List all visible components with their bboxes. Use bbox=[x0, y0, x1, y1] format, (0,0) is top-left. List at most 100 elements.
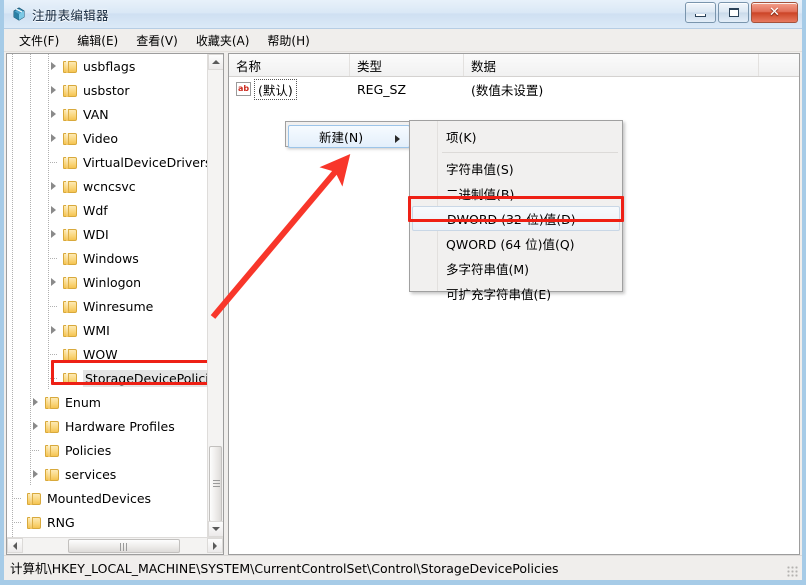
menu-item-new[interactable]: 新建(N) bbox=[288, 125, 410, 148]
chevron-up-icon bbox=[212, 60, 220, 64]
expand-arrow-button[interactable] bbox=[47, 126, 63, 150]
tree-guide-line bbox=[12, 102, 13, 126]
tree-item-usbstor[interactable]: usbstor bbox=[7, 78, 207, 102]
folder-icon bbox=[63, 156, 78, 169]
chevron-right-icon bbox=[51, 62, 56, 70]
tree-item-wdf[interactable]: Wdf bbox=[7, 198, 207, 222]
tree-guide-line bbox=[12, 342, 13, 366]
expand-arrow-button[interactable] bbox=[47, 174, 63, 198]
resize-grip-icon[interactable] bbox=[787, 566, 799, 578]
tree-item-winresume[interactable]: Winresume bbox=[7, 294, 207, 318]
tree-item-enum[interactable]: Enum bbox=[7, 390, 207, 414]
submenu-item-dword-label: DWORD (32-位)值(D) bbox=[447, 212, 576, 227]
folder-icon bbox=[63, 228, 78, 241]
submenu-item-key[interactable]: 项(K) bbox=[412, 124, 620, 149]
expand-arrow-button[interactable] bbox=[29, 414, 45, 438]
maximize-button[interactable] bbox=[718, 2, 749, 23]
registry-tree-pane: usbflags usbstor VAN Video VirtualDeviceDriv… bbox=[6, 53, 224, 555]
tree-rows: usbflags usbstor VAN Video VirtualDeviceDriv… bbox=[7, 54, 207, 537]
tree-item-hardware-profiles[interactable]: Hardware Profiles bbox=[7, 414, 207, 438]
expand-arrow-button[interactable] bbox=[47, 270, 63, 294]
tree-item-windows[interactable]: Windows bbox=[7, 246, 207, 270]
tree-item-rng[interactable]: RNG bbox=[7, 510, 207, 534]
tree-item-services[interactable]: services bbox=[7, 462, 207, 486]
scroll-up-button[interactable] bbox=[208, 54, 223, 70]
submenu-item-multistring[interactable]: 多字符串值(M) bbox=[412, 256, 620, 281]
submenu-item-multistring-label: 多字符串值(M) bbox=[446, 262, 530, 277]
tree-item-wmi[interactable]: WMI bbox=[7, 318, 207, 342]
submenu-item-binary[interactable]: 二进制值(B) bbox=[412, 181, 620, 206]
column-header-name[interactable]: 名称 bbox=[229, 54, 350, 76]
tree-scroll-thumb[interactable] bbox=[209, 446, 222, 522]
tree-item-storagedevicepolicies[interactable]: StorageDevicePolicies bbox=[7, 366, 207, 390]
scroll-left-button[interactable] bbox=[7, 538, 23, 553]
tree-horizontal-scrollbar[interactable] bbox=[7, 537, 223, 554]
tree-guide-line bbox=[30, 102, 31, 126]
submenu-item-dword[interactable]: DWORD (32-位)值(D) bbox=[412, 206, 620, 231]
submenu-item-qword[interactable]: QWORD (64 位)值(Q) bbox=[412, 231, 620, 256]
expand-arrow-button[interactable] bbox=[47, 318, 63, 342]
folder-icon bbox=[45, 420, 60, 433]
column-header-data[interactable]: 数据 bbox=[464, 54, 759, 76]
context-menu-new-submenu: 项(K) 字符串值(S) 二进制值(B) DWORD (32-位)值(D) QWORD … bbox=[409, 120, 623, 302]
menu-help[interactable]: 帮助(H) bbox=[258, 30, 318, 51]
tree-item-van[interactable]: VAN bbox=[7, 102, 207, 126]
chevron-right-icon bbox=[213, 541, 217, 550]
scroll-down-button[interactable] bbox=[208, 521, 223, 537]
expand-arrow-button[interactable] bbox=[47, 78, 63, 102]
tree-item-policies[interactable]: Policies bbox=[7, 438, 207, 462]
tree-guide-line bbox=[12, 294, 13, 318]
expand-arrow-button[interactable] bbox=[29, 390, 45, 414]
value-name-cell: ab (默认) bbox=[229, 78, 350, 100]
scroll-right-button[interactable] bbox=[207, 538, 223, 553]
expand-arrow-button[interactable] bbox=[47, 102, 63, 126]
status-bar: 计算机\HKEY_LOCAL_MACHINE\SYSTEM\CurrentCon… bbox=[4, 555, 802, 580]
folder-icon bbox=[63, 276, 78, 289]
tree-guide-line bbox=[12, 54, 13, 78]
tree-guide-line bbox=[12, 78, 13, 102]
tree-item-wdi[interactable]: WDI bbox=[7, 222, 207, 246]
minimize-button[interactable] bbox=[685, 2, 716, 23]
expand-arrow-button[interactable] bbox=[29, 462, 45, 486]
folder-icon bbox=[63, 180, 78, 193]
tree-item-label: Enum bbox=[65, 394, 101, 410]
tree-item-wcncsvc[interactable]: wcncsvc bbox=[7, 174, 207, 198]
submenu-item-binary-label: 二进制值(B) bbox=[446, 187, 515, 202]
tree-item-mounteddevices[interactable]: MountedDevices bbox=[7, 486, 207, 510]
column-header-type[interactable]: 类型 bbox=[350, 54, 464, 76]
menu-item-new-label: 新建(N) bbox=[319, 130, 364, 145]
submenu-item-string[interactable]: 字符串值(S) bbox=[412, 156, 620, 181]
menu-separator bbox=[442, 152, 618, 153]
expand-arrow-button[interactable] bbox=[47, 222, 63, 246]
folder-icon bbox=[27, 516, 42, 529]
tree-item-label: Windows bbox=[83, 250, 139, 266]
chevron-right-icon bbox=[33, 398, 38, 406]
tree-hscroll-thumb[interactable] bbox=[68, 539, 180, 553]
tree-guide-line bbox=[12, 198, 13, 222]
menu-favorites[interactable]: 收藏夹(A) bbox=[187, 30, 259, 51]
menu-edit[interactable]: 编辑(E) bbox=[68, 30, 127, 51]
tree-item-label: RNG bbox=[47, 514, 75, 530]
tree-vertical-scrollbar[interactable] bbox=[207, 54, 223, 537]
folder-icon bbox=[63, 84, 78, 97]
tree-item-winlogon[interactable]: Winlogon bbox=[7, 270, 207, 294]
close-button[interactable]: ✕ bbox=[751, 2, 798, 23]
submenu-item-expandstring[interactable]: 可扩充字符串值(E) bbox=[412, 281, 620, 306]
tree-item-label: WOW bbox=[83, 346, 118, 362]
tree-item-virtualdevicedrivers[interactable]: VirtualDeviceDrivers bbox=[7, 150, 207, 174]
table-row[interactable]: ab (默认) REG_SZ (数值未设置) bbox=[229, 77, 799, 101]
tree-guide-line bbox=[30, 174, 31, 198]
chevron-right-icon bbox=[395, 135, 400, 143]
tree-item-wow[interactable]: WOW bbox=[7, 342, 207, 366]
menu-file[interactable]: 文件(F) bbox=[10, 30, 68, 51]
chevron-right-icon bbox=[51, 278, 56, 286]
expand-arrow-button[interactable] bbox=[47, 54, 63, 78]
menu-view[interactable]: 查看(V) bbox=[127, 30, 187, 51]
chevron-right-icon bbox=[51, 206, 56, 214]
expand-arrow-button[interactable] bbox=[47, 198, 63, 222]
tree-item-video[interactable]: Video bbox=[7, 126, 207, 150]
tree-item-usbflags[interactable]: usbflags bbox=[7, 54, 207, 78]
